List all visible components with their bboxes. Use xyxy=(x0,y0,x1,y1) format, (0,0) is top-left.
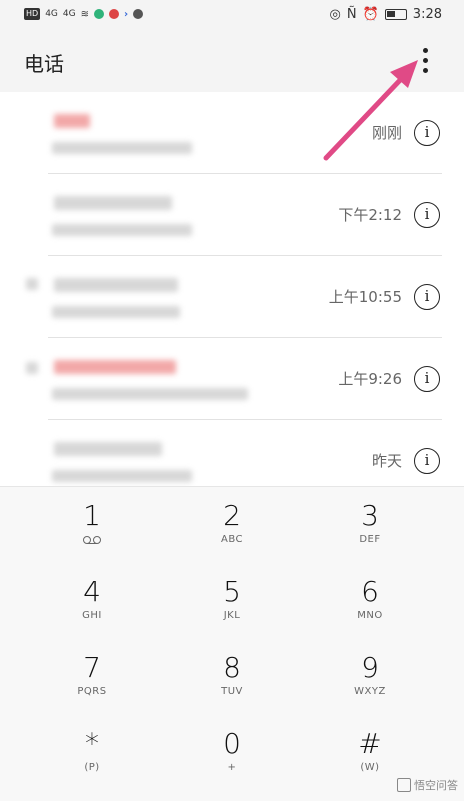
key-letters: ABC xyxy=(220,534,243,545)
key-digit: 2 xyxy=(223,499,241,532)
vibrate-icon: ◎ xyxy=(329,7,341,22)
key-digit: 7 xyxy=(83,651,101,684)
key-letters: PQRS xyxy=(77,686,107,697)
key-digit: 9 xyxy=(361,651,379,684)
call-row[interactable]: 刚刚 i xyxy=(0,92,464,174)
call-row[interactable]: 上午10:55 i xyxy=(0,256,464,338)
key-letters: TUV xyxy=(221,686,243,697)
key-letters: DEF xyxy=(359,534,381,545)
contact-name-blurred xyxy=(54,114,90,128)
call-time: 下午2:12 xyxy=(338,206,402,224)
key-digit: 0 xyxy=(223,727,241,760)
key-digit: # xyxy=(358,727,382,760)
call-time: 刚刚 xyxy=(371,124,402,142)
key-letters xyxy=(32,533,152,549)
info-icon[interactable]: i xyxy=(414,366,440,392)
dialpad: 1 2 ABC 3 DEF 4 GHI 5 JKL 6 MNO 7 PQRS 8… xyxy=(0,486,464,801)
dialpad-key-3[interactable]: 3 DEF xyxy=(310,487,430,559)
status-bar: HD 4G 4G ≋ › ◎ Ñ ⏰ 3:28 xyxy=(0,0,464,32)
dialpad-key-8[interactable]: 8 TUV xyxy=(172,639,292,711)
info-icon[interactable]: i xyxy=(414,284,440,310)
call-type-icon-blurred xyxy=(26,278,38,290)
status-time: 3:28 xyxy=(412,7,442,22)
key-digit: 1 xyxy=(83,499,101,532)
key-letters: WXYZ xyxy=(354,686,386,697)
call-time: 上午9:26 xyxy=(338,370,402,388)
key-digit: 8 xyxy=(223,651,241,684)
hd-badge: HD xyxy=(24,8,41,20)
dialpad-key-star[interactable]: * (P) xyxy=(32,715,152,787)
key-letters: GHI xyxy=(82,610,102,621)
more-dot-icon xyxy=(423,48,428,53)
watermark: 悟空问答 xyxy=(397,777,458,793)
app-bar: 电话 xyxy=(0,32,464,92)
dialpad-key-0[interactable]: 0 + xyxy=(172,715,292,787)
call-log-list: 刚刚 i 下午2:12 i 上午10:55 i 上午9:26 i 昨天 i xyxy=(0,92,464,486)
more-options-button[interactable] xyxy=(418,48,434,76)
call-row[interactable]: 上午9:26 i xyxy=(0,338,464,420)
notification-icon xyxy=(133,9,144,19)
key-digit: 4 xyxy=(83,575,101,608)
key-letters: JKL xyxy=(223,610,241,621)
wifi-icon: ≋ xyxy=(80,8,89,20)
signal-icon-1: 4G xyxy=(45,9,58,19)
info-icon[interactable]: i xyxy=(414,202,440,228)
status-right: ◎ Ñ ⏰ 3:28 xyxy=(330,7,442,22)
watermark-text: 悟空问答 xyxy=(414,779,458,792)
info-icon[interactable]: i xyxy=(414,120,440,146)
dialpad-key-7[interactable]: 7 PQRS xyxy=(32,639,152,711)
page-title: 电话 xyxy=(24,52,64,76)
call-row[interactable]: 下午2:12 i xyxy=(0,174,464,256)
key-letters: + xyxy=(227,762,237,773)
key-digit: * xyxy=(85,727,99,760)
contact-number-blurred xyxy=(52,142,192,154)
contact-name-blurred xyxy=(54,196,172,210)
contact-name-blurred xyxy=(54,360,176,374)
voicemail-icon xyxy=(83,536,101,544)
key-digit: 5 xyxy=(223,575,241,608)
contact-number-blurred xyxy=(52,388,248,400)
call-time: 昨天 xyxy=(371,452,402,470)
dialpad-key-6[interactable]: 6 MNO xyxy=(310,563,430,635)
contact-number-blurred xyxy=(52,306,180,318)
status-left: HD 4G 4G ≋ › xyxy=(24,8,144,20)
dialpad-key-9[interactable]: 9 WXYZ xyxy=(310,639,430,711)
contact-name-blurred xyxy=(54,442,162,456)
wukong-logo-icon xyxy=(397,778,411,792)
battery-icon xyxy=(384,9,407,20)
key-letters: MNO xyxy=(357,610,383,621)
nfc-icon: Ñ xyxy=(346,7,357,22)
more-dot-icon xyxy=(423,58,428,63)
more-dot-icon xyxy=(423,68,428,73)
play-icon: › xyxy=(123,8,129,20)
signal-icon-2: 4G xyxy=(62,9,76,19)
key-digit: 3 xyxy=(361,499,379,532)
key-letters: (P) xyxy=(84,762,100,773)
call-type-icon-blurred xyxy=(26,362,38,374)
info-icon[interactable]: i xyxy=(414,448,440,474)
app-notification-icon xyxy=(93,9,104,19)
call-time: 上午10:55 xyxy=(328,288,402,306)
dialpad-key-1[interactable]: 1 xyxy=(32,487,152,559)
dialpad-key-4[interactable]: 4 GHI xyxy=(32,563,152,635)
contact-number-blurred xyxy=(52,224,192,236)
dialpad-key-2[interactable]: 2 ABC xyxy=(172,487,292,559)
huawei-icon xyxy=(108,9,119,19)
key-letters: (W) xyxy=(360,762,380,773)
dialpad-key-5[interactable]: 5 JKL xyxy=(172,563,292,635)
contact-number-blurred xyxy=(52,470,192,482)
alarm-icon: ⏰ xyxy=(362,7,379,22)
contact-name-blurred xyxy=(54,278,178,292)
key-digit: 6 xyxy=(361,575,379,608)
